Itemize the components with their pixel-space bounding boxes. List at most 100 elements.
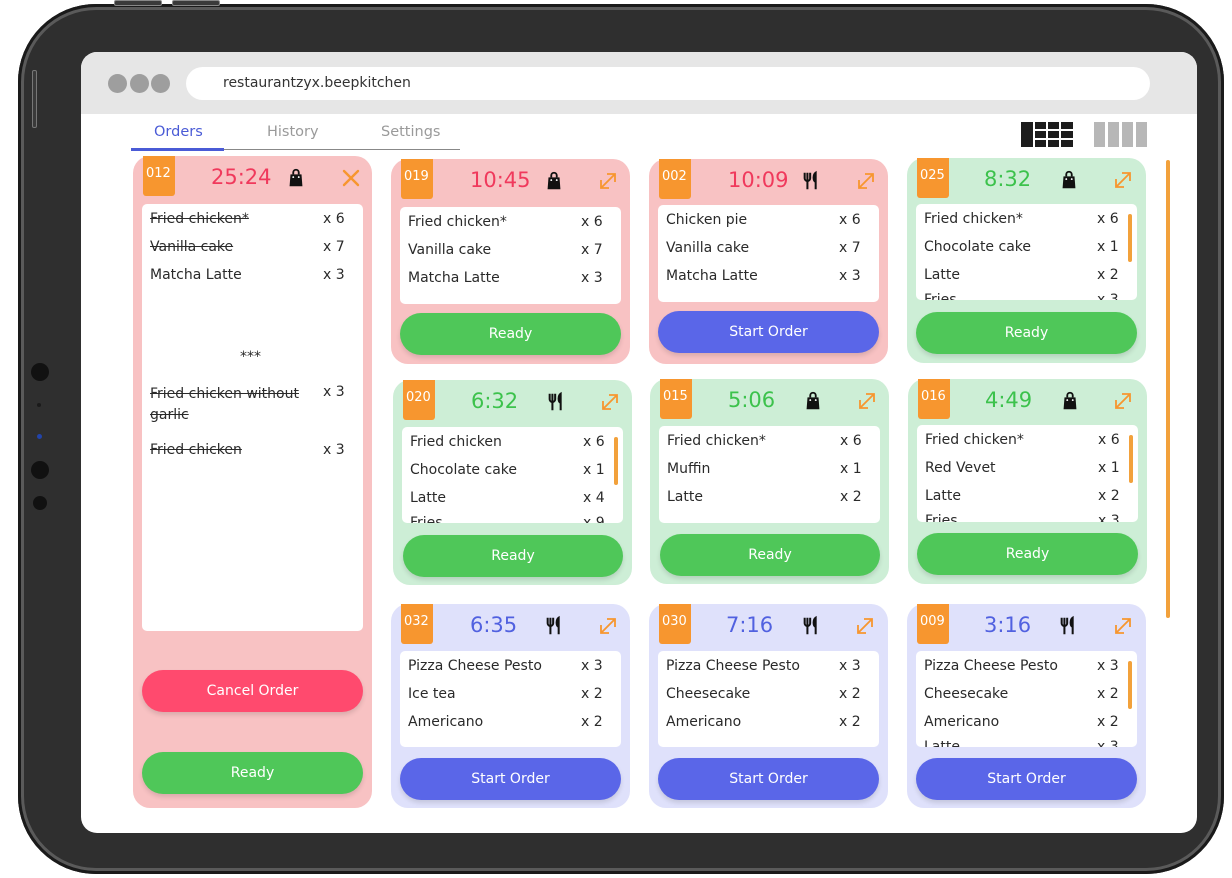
list-item: Matcha Latte — [408, 270, 500, 286]
order-items-list: Fried chicken* x 6 Red Vevet x 1 Latte x… — [917, 425, 1138, 522]
ready-button[interactable]: Ready — [917, 533, 1138, 575]
url-bar[interactable]: restaurantzyx.beepkitchen — [186, 67, 1150, 100]
expand-icon[interactable] — [857, 391, 877, 411]
start-order-button[interactable]: Start Order — [916, 758, 1137, 800]
tablet-frame: restaurantzyx.beepkitchen Orders History… — [18, 4, 1224, 874]
list-scrollbar[interactable] — [1128, 661, 1132, 709]
order-items-list: Pizza Cheese Pesto x 3 Ice tea x 2 Ameri… — [400, 651, 621, 747]
order-number-badge: 012 — [143, 156, 175, 196]
item-quantity: x 6 — [323, 211, 345, 227]
item-quantity: x 2 — [581, 714, 603, 730]
item-quantity: x 7 — [323, 239, 345, 255]
item-quantity: x 1 — [583, 462, 605, 478]
order-items-list: Fried chicken x 6 Chocolate cake x 1 Lat… — [402, 427, 623, 523]
item-quantity: x 1 — [840, 461, 862, 477]
order-card: 016 4:49 Fried chicken* x 6 Red Vevet x … — [908, 379, 1147, 584]
list-item: Vanilla cake — [150, 239, 234, 255]
item-quantity: x 3 — [1097, 739, 1119, 747]
active-tab-indicator — [131, 148, 224, 151]
order-items-list: Pizza Cheese Pesto x 3 Cheesecake x 2 Am… — [916, 651, 1137, 747]
order-timer: 6:32 — [471, 389, 519, 413]
shopping-bag-icon — [547, 171, 561, 190]
item-quantity: x 2 — [839, 714, 861, 730]
start-order-button[interactable]: Start Order — [658, 758, 879, 800]
ready-button[interactable]: Ready — [403, 535, 623, 577]
order-number-badge: 020 — [403, 380, 435, 420]
order-number-badge: 009 — [917, 604, 949, 644]
expand-icon[interactable] — [1113, 616, 1133, 636]
expand-icon[interactable] — [856, 171, 876, 191]
cancel-order-button[interactable]: Cancel Order — [142, 670, 363, 712]
list-item: Cheesecake — [924, 686, 1009, 702]
order-timer: 25:24 — [211, 165, 272, 189]
order-items-list: Fried chicken* x 6 Chocolate cake x 1 La… — [916, 204, 1137, 300]
tab-orders[interactable]: Orders — [154, 124, 203, 140]
screen: restaurantzyx.beepkitchen Orders History… — [81, 52, 1197, 833]
window-dot[interactable] — [130, 74, 149, 93]
start-order-button[interactable]: Start Order — [658, 311, 879, 353]
item-quantity: x 3 — [323, 442, 345, 458]
expand-icon[interactable] — [600, 392, 620, 412]
item-quantity: x 2 — [1098, 488, 1120, 504]
order-timer: 5:06 — [728, 388, 776, 412]
ready-button[interactable]: Ready — [660, 534, 880, 576]
list-item: Red Vevet — [925, 460, 996, 476]
list-item: Fries — [924, 292, 957, 300]
cutlery-icon — [546, 615, 560, 635]
order-items-list: Pizza Cheese Pesto x 3 Cheesecake x 2 Am… — [658, 651, 879, 747]
order-number-badge: 002 — [659, 159, 691, 199]
item-quantity: x 1 — [1097, 239, 1119, 255]
window-dot[interactable] — [151, 74, 170, 93]
order-items-list: Fried chicken* x 6 Vanilla cake x 7 Matc… — [142, 204, 363, 631]
list-item: Cheesecake — [666, 686, 751, 702]
order-number-badge: 015 — [660, 379, 692, 419]
order-card: 030 7:16 Pizza Cheese Pesto x 3 Cheeseca… — [649, 604, 888, 808]
camera-icon — [31, 363, 49, 381]
item-quantity: x 4 — [583, 490, 605, 506]
list-item: Chocolate cake — [924, 239, 1031, 255]
sensor-dot — [37, 403, 41, 407]
order-timer: 3:16 — [984, 613, 1032, 637]
ready-button[interactable]: Ready — [142, 752, 363, 794]
shopping-bag-icon — [806, 391, 820, 410]
cutlery-icon — [803, 615, 817, 635]
order-card: 002 10:09 Chicken pie x 6 Vanilla cake x… — [649, 159, 888, 364]
column-view-icon[interactable] — [1094, 122, 1147, 147]
item-quantity: x 3 — [1097, 658, 1119, 674]
window-dot[interactable] — [108, 74, 127, 93]
item-quantity: x 6 — [581, 214, 603, 230]
item-quantity: x 7 — [581, 242, 603, 258]
start-order-button[interactable]: Start Order — [400, 758, 621, 800]
tab-history[interactable]: History — [267, 124, 319, 140]
expand-icon[interactable] — [598, 171, 618, 191]
order-number-badge: 025 — [917, 158, 949, 198]
expand-icon[interactable] — [855, 616, 875, 636]
list-item: Ice tea — [408, 686, 456, 702]
list-scrollbar[interactable] — [614, 437, 618, 485]
order-card: 020 6:32 Fried chicken x 6 Chocolate cak… — [393, 380, 632, 585]
list-item: Fried chicken* — [925, 432, 1024, 448]
list-item: Matcha Latte — [150, 267, 242, 283]
tab-settings[interactable]: Settings — [381, 124, 440, 140]
grid-view-icon[interactable] — [1021, 122, 1073, 147]
list-item: Vanilla cake — [666, 240, 750, 256]
item-quantity: x 6 — [839, 212, 861, 228]
list-item: Fried chicken* — [924, 211, 1023, 227]
close-icon[interactable] — [341, 168, 361, 188]
list-scrollbar[interactable] — [1129, 435, 1133, 483]
expand-icon[interactable] — [1113, 391, 1133, 411]
top-button — [172, 0, 220, 6]
item-quantity: x 9 — [583, 515, 605, 523]
expand-icon[interactable] — [1113, 170, 1133, 190]
order-items-list: Fried chicken* x 6 Vanilla cake x 7 Matc… — [400, 207, 621, 304]
item-quantity: x 2 — [839, 686, 861, 702]
expand-icon[interactable] — [598, 616, 618, 636]
cutlery-icon — [803, 170, 817, 190]
list-item: Fries — [410, 515, 443, 523]
ready-button[interactable]: Ready — [400, 313, 621, 355]
list-item: Muffin — [667, 461, 711, 477]
page-scrollbar[interactable] — [1166, 160, 1170, 618]
ready-button[interactable]: Ready — [916, 312, 1137, 354]
list-scrollbar[interactable] — [1128, 214, 1132, 262]
list-item: Latte — [924, 739, 960, 747]
